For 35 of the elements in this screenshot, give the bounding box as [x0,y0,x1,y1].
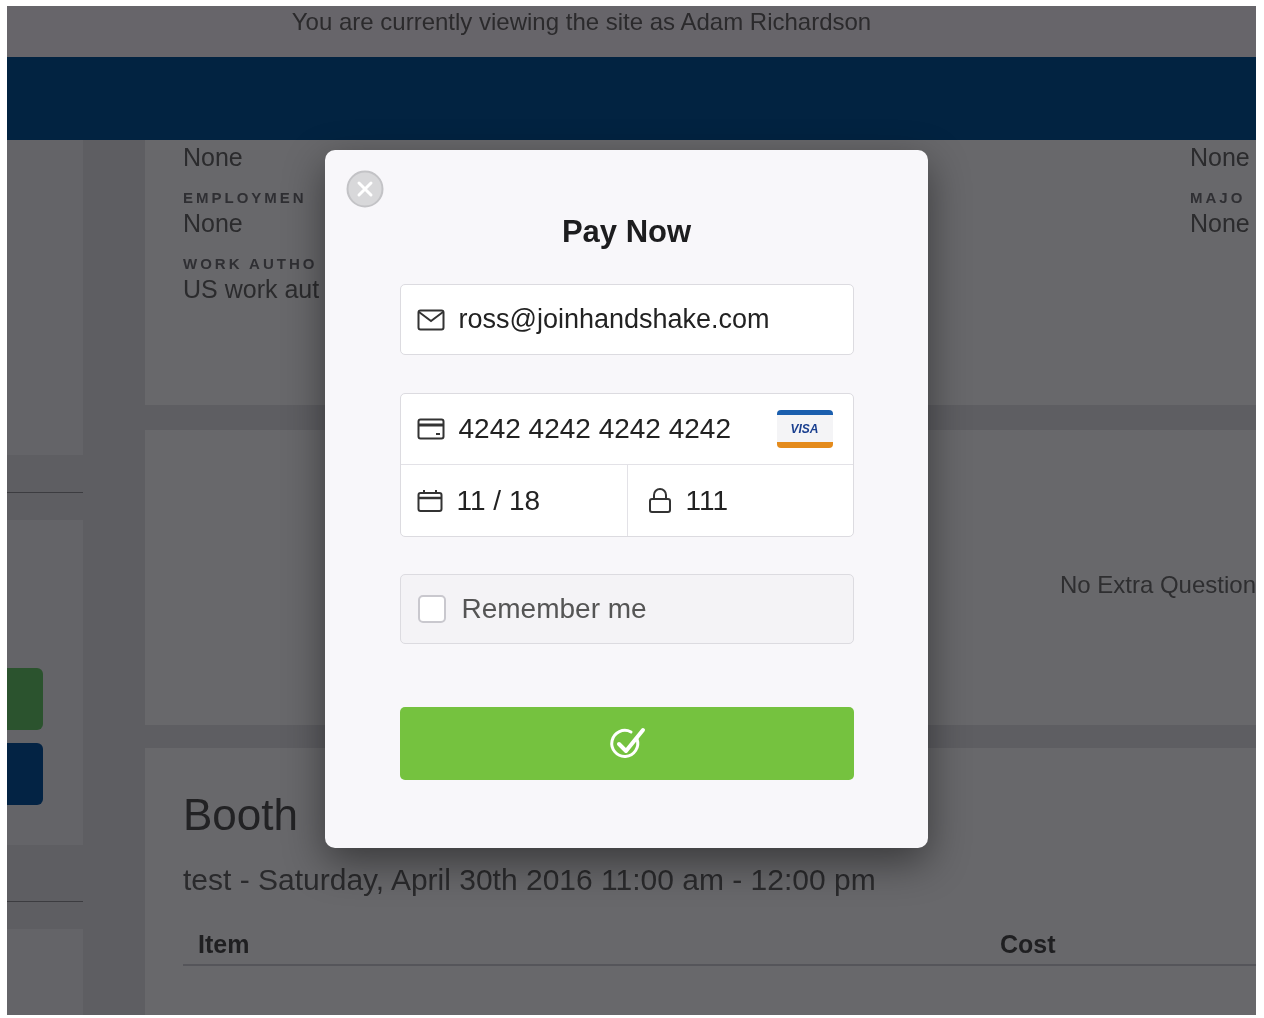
close-icon[interactable] [346,170,384,208]
booth-date: test - Saturday, April 30th 2016 11:00 am - 12:00 pm [183,862,877,898]
calendar-icon [416,488,443,513]
field-value: None [183,208,244,238]
remember-me-label: Remember me [461,592,647,626]
column-header: Cost [1000,929,1056,960]
envelope-icon [416,308,445,331]
field-value: US work aut [183,274,321,304]
card-number-field[interactable]: 4242 4242 4242 4242 VISA [400,394,853,465]
field-value: None [1190,142,1250,172]
sidebar-button[interactable] [7,668,43,730]
remember-checkbox[interactable] [417,595,446,623]
lock-icon [647,487,672,514]
email-value: ross@joinhandshake.com [458,303,770,337]
dialog-title: Pay Now [561,213,692,251]
expiry-field[interactable]: 11 / 18 [400,465,628,536]
field-label: EMPLOYMEN [183,188,308,208]
sidebar-button[interactable] [7,743,43,805]
banner-text: You are currently viewing the site as Adam Richardson [291,7,872,37]
credit-card-icon [416,418,445,440]
email-field[interactable]: ross@joinhandshake.com [399,284,854,355]
remember-me-option[interactable]: Remember me [399,574,854,644]
column-header: Item [198,929,251,960]
field-value: None [1190,208,1250,238]
expiry-value: 11 / 18 [456,483,541,518]
card-number-value: 4242 4242 4242 4242 [458,412,732,446]
empty-questions-text: No Extra Question [1059,570,1256,600]
cvc-field[interactable]: 111 [627,465,853,536]
visa-logo: VISA [776,410,833,448]
field-value: None [183,142,244,172]
field-label: MAJO [1190,188,1246,208]
cvc-value: 111 [685,483,729,518]
pay-button[interactable] [399,707,854,780]
field-label: WORK AUTHO [183,254,319,274]
booth-title: Booth [183,789,299,841]
